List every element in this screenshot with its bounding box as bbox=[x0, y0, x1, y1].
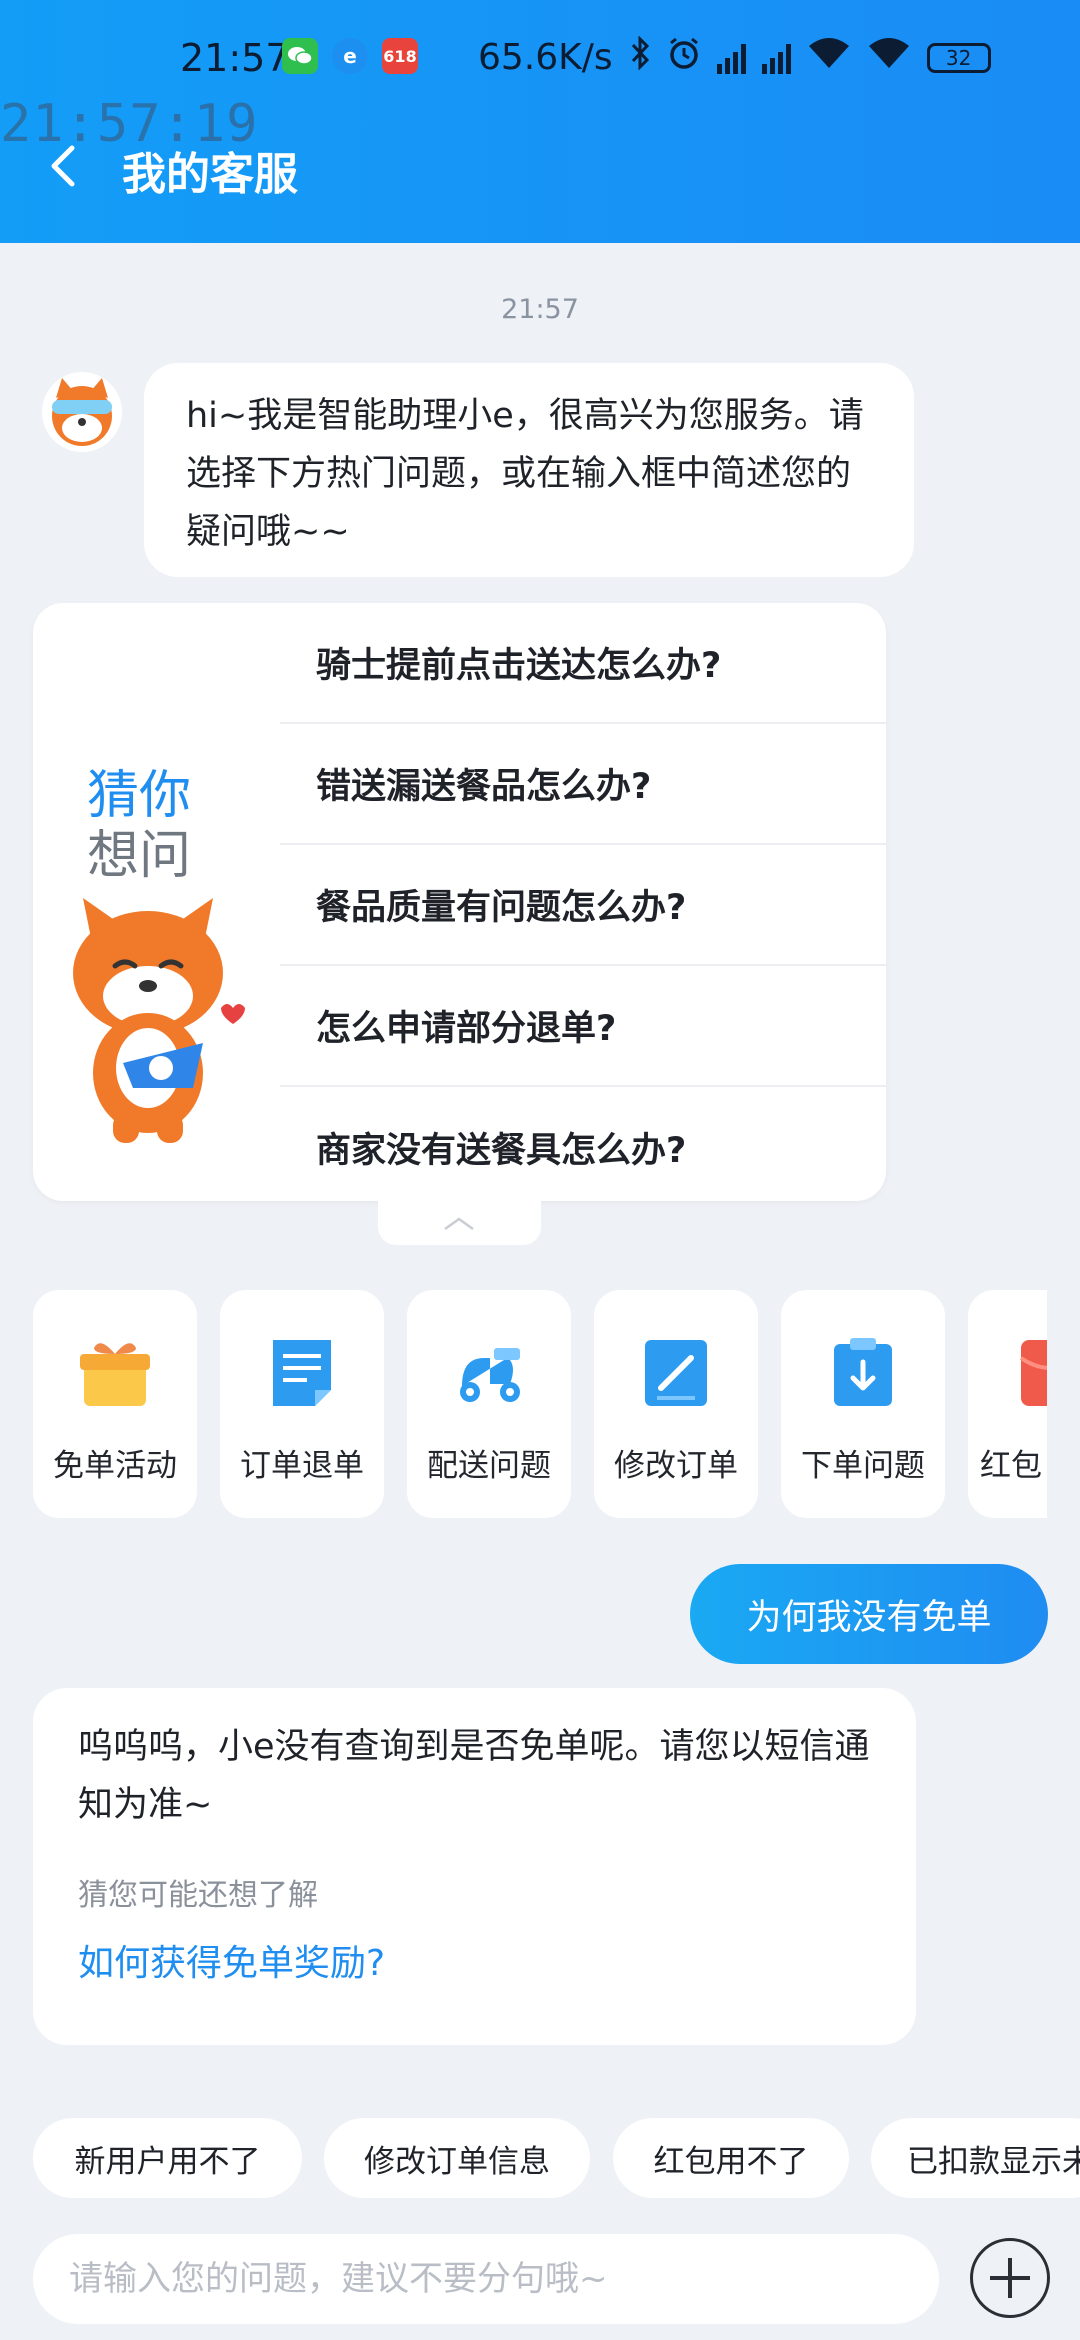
bot-reply-bubble: 呜呜呜，小e没有查询到是否免单呢。请您以短信通知为准~ 猜您可能还想了解 如何获… bbox=[33, 1688, 916, 2045]
shiba-mascot-illustration bbox=[53, 888, 258, 1148]
battery-icon: 32 bbox=[926, 42, 991, 73]
category-refund[interactable]: 订单退单 bbox=[220, 1290, 384, 1518]
bot-avatar bbox=[42, 372, 122, 452]
category-ordering[interactable]: 下单问题 bbox=[781, 1290, 945, 1518]
net-speed: 65.6K/s bbox=[478, 37, 613, 78]
category-delivery[interactable]: 配送问题 bbox=[407, 1290, 571, 1518]
document-icon bbox=[267, 1336, 337, 1410]
reply-hint: 猜您可能还想了解 bbox=[78, 1878, 318, 1913]
signal-icon bbox=[716, 42, 746, 74]
welcome-message: hi~我是智能助理小e，很高兴为您服务。请选择下方热门问题，或在输入框中简述您的… bbox=[144, 363, 914, 577]
promo-618-icon: 618 bbox=[382, 38, 418, 74]
quick-chip[interactable]: 已扣款显示未 bbox=[871, 2118, 1080, 2198]
user-message-text: 为何我没有免单 bbox=[746, 1597, 992, 1638]
category-label: 修改订单 bbox=[614, 1448, 738, 1484]
scooter-icon bbox=[454, 1336, 524, 1410]
collapse-toggle[interactable] bbox=[378, 1199, 541, 1245]
user-message-bubble: 为何我没有免单 bbox=[690, 1564, 1048, 1664]
category-free-order[interactable]: 免单活动 bbox=[33, 1290, 197, 1518]
question-item[interactable]: 怎么申请部分退单? bbox=[280, 966, 886, 1087]
quick-chip[interactable]: 新用户用不了 bbox=[33, 2118, 302, 2198]
page-title: 我的客服 bbox=[122, 149, 298, 200]
wechat-icon bbox=[282, 38, 318, 74]
question-input[interactable] bbox=[33, 2234, 939, 2324]
category-label: 下单问题 bbox=[801, 1448, 925, 1484]
question-item[interactable]: 错送漏送餐品怎么办? bbox=[280, 724, 886, 845]
category-label: 订单退单 bbox=[240, 1448, 364, 1484]
signal-icon-2 bbox=[761, 42, 791, 74]
plus-icon[interactable] bbox=[970, 2238, 1050, 2318]
wifi-icon-2 bbox=[867, 36, 911, 79]
status-time: 21:57 bbox=[180, 36, 290, 80]
bluetooth-icon bbox=[629, 35, 651, 79]
suggested-question-link[interactable]: 如何获得免单奖励? bbox=[78, 1934, 871, 1986]
guess-questions-card: 猜你 想问 骑士提前点击送达怎么办? 错送漏送餐品怎么办? 餐品质量有问题怎么办… bbox=[33, 603, 886, 1201]
category-shortcuts: 免单活动 订单退单 配送问题 修改订单 下单问题 红包 bbox=[33, 1290, 1047, 1518]
status-bar: 21:57 e 618 65.6K/s 32 bbox=[0, 30, 1080, 90]
chevron-up-icon bbox=[444, 1217, 474, 1231]
category-label: 红包 bbox=[980, 1448, 1042, 1484]
top-header: 21:57 e 618 65.6K/s 32 21:57:19 我的客服 bbox=[0, 0, 1080, 243]
alarm-icon bbox=[667, 36, 701, 79]
wifi-icon bbox=[807, 36, 851, 79]
category-label: 免单活动 bbox=[53, 1448, 177, 1484]
edit-icon bbox=[641, 1336, 711, 1410]
system-status: 65.6K/s 32 bbox=[478, 35, 991, 79]
quick-chip[interactable]: 红包用不了 bbox=[613, 2118, 849, 2198]
question-item[interactable]: 商家没有送餐具怎么办? bbox=[280, 1087, 886, 1208]
question-item[interactable]: 餐品质量有问题怎么办? bbox=[280, 845, 886, 966]
quick-reply-chips: 新用户用不了 修改订单信息 红包用不了 已扣款显示未 bbox=[33, 2118, 1080, 2198]
red-envelope-icon bbox=[1015, 1336, 1047, 1410]
eleme-icon: e bbox=[332, 38, 368, 74]
welcome-text: hi~我是智能助理小e，很高兴为您服务。请选择下方热门问题，或在输入框中简述您的… bbox=[186, 396, 864, 552]
category-label: 配送问题 bbox=[427, 1448, 551, 1484]
reply-text: 呜呜呜，小e没有查询到是否免单呢。请您以短信通知为准~ bbox=[78, 1727, 870, 1825]
category-modify-order[interactable]: 修改订单 bbox=[594, 1290, 758, 1518]
category-red-envelope[interactable]: 红包 bbox=[968, 1290, 1047, 1518]
guess-title-line2: 想问 bbox=[87, 826, 192, 886]
question-list: 骑士提前点击送达怎么办? 错送漏送餐品怎么办? 餐品质量有问题怎么办? 怎么申请… bbox=[280, 603, 886, 1208]
back-arrow-icon[interactable] bbox=[44, 138, 84, 194]
question-item[interactable]: 骑士提前点击送达怎么办? bbox=[280, 603, 886, 724]
quick-chip[interactable]: 修改订单信息 bbox=[324, 2118, 590, 2198]
clipboard-download-icon bbox=[828, 1336, 898, 1410]
gift-icon bbox=[80, 1336, 150, 1410]
chat-timestamp: 21:57 bbox=[501, 294, 579, 325]
notification-icons: e 618 bbox=[282, 38, 418, 74]
